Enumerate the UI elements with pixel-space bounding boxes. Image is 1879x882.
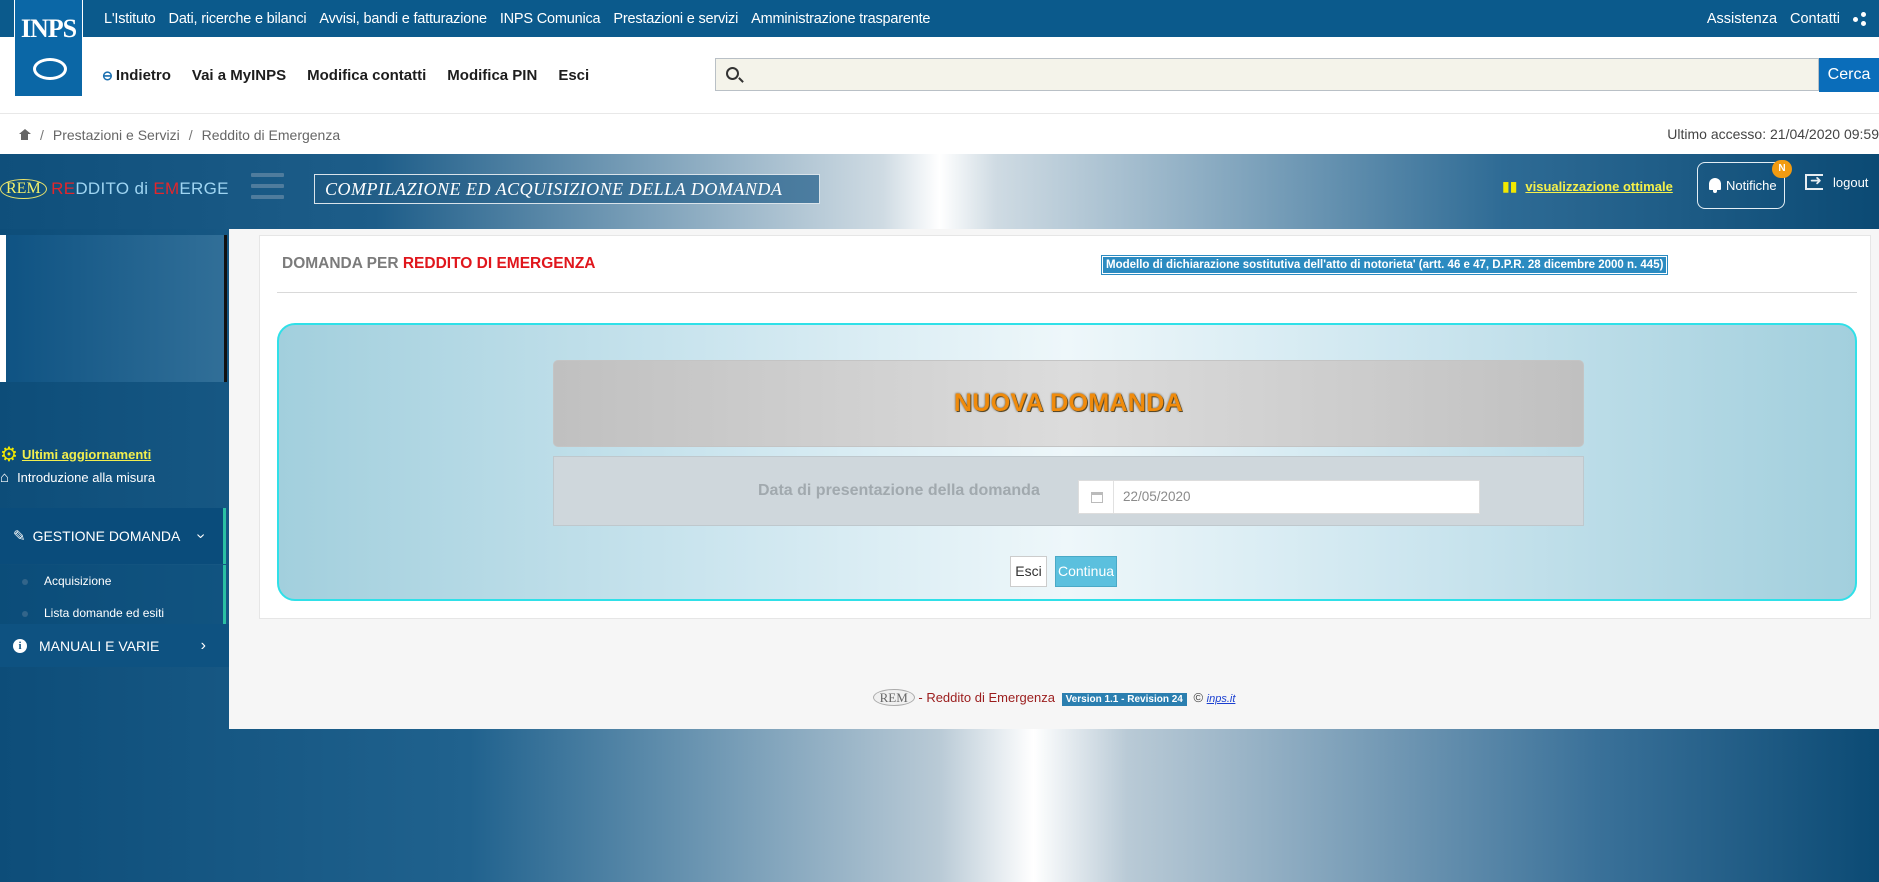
esci-link[interactable]: Esci [558, 67, 589, 84]
optimal-view-link[interactable]: ▮▮ visualizzazione ottimale [1502, 176, 1673, 196]
info-icon: i [13, 638, 27, 653]
search-button[interactable]: Cerca [1819, 58, 1879, 92]
date-value: 22/05/2020 [1123, 489, 1191, 504]
intro-label: Introduzione alla misura [17, 469, 156, 485]
inps-logo[interactable]: INPS [14, 0, 83, 97]
section-title: COMPILAZIONE ED ACQUISIZIONE DELLA DOMAN… [314, 174, 820, 204]
back-arrow-icon: ⊖ [102, 67, 113, 83]
gears-icon: ⚙ [0, 443, 18, 466]
divider [277, 292, 1857, 293]
share-icon[interactable] [1853, 11, 1867, 26]
date-field[interactable]: 22/05/2020 [1078, 480, 1480, 514]
notifications-label: Notifiche [1726, 178, 1777, 193]
search-input[interactable] [715, 58, 1819, 91]
rem-title-ergenza: ERGENZA [179, 179, 230, 198]
breadcrumb-prestazioni[interactable]: Prestazioni e Servizi [53, 127, 180, 143]
top-nav-comunica[interactable]: INPS Comunica [500, 11, 601, 27]
footer-copyright: © [1189, 690, 1207, 705]
date-row: Data di presentazione della domanda 22/0… [553, 456, 1584, 526]
top-nav-avvisi[interactable]: Avvisi, bandi e fatturazione [319, 11, 487, 27]
date-label: Data di presentazione della domanda [758, 482, 1040, 499]
bullet-icon [22, 611, 28, 617]
sidebar-item-intro[interactable]: ⌂ Introduzione alla misura [0, 467, 155, 487]
logout-label: logout [1833, 174, 1869, 190]
chevron-right-icon: › [200, 637, 206, 654]
modifica-pin-link[interactable]: Modifica PIN [447, 67, 537, 84]
esci-button[interactable]: Esci [1010, 556, 1047, 587]
logout-icon [1805, 172, 1823, 190]
search-icon [726, 67, 739, 80]
bell-icon [1707, 177, 1723, 194]
menu-toggle-icon[interactable] [251, 173, 284, 203]
rem-logo[interactable]: REM REDDITO di EMERGENZA [0, 179, 230, 203]
footer: REM - Reddito di Emergenza Version 1.1 -… [229, 689, 1879, 706]
form-panel: NUOVA DOMANDA Data di presentazione dell… [277, 323, 1857, 601]
lista-label: Lista domande ed esiti [44, 606, 165, 620]
rem-title: REDDITO di EMERGENZA [51, 179, 230, 198]
page-title-highlight: REDDITO DI EMERGENZA [402, 255, 596, 272]
home-icon: ⌂ [0, 468, 10, 486]
contatti-link[interactable]: Contatti [1790, 11, 1840, 27]
page-title: DOMANDA PER REDDITO DI EMERGENZA [282, 255, 595, 273]
top-right-links: Assistenza Contatti [1694, 0, 1867, 37]
back-label: Indietro [115, 66, 171, 84]
sidebar: ⚙ Ultimi aggiornamenti ⌂ Introduzione al… [0, 229, 229, 882]
notifications-button[interactable]: Notifiche N [1697, 160, 1792, 209]
sidebar-item-gestione[interactable]: ✎ GESTIONE DOMANDA › [0, 508, 226, 564]
logo-text: INPS [20, 14, 77, 43]
updates-label: Ultimi aggiornamenti [21, 446, 152, 462]
rem-badge: REM [0, 179, 47, 199]
rem-title-re: RE [51, 179, 76, 198]
bullet-icon [22, 579, 28, 585]
modello-badge: Modello di dichiarazione sostitutiva del… [1100, 255, 1669, 275]
chevron-down-icon: › [192, 533, 210, 539]
footer-rem-badge: REM [872, 689, 915, 706]
inps-link[interactable]: inps.it [1207, 693, 1236, 705]
service-bar: ⊖ Indietro Vai a MyINPS Modifica contatti… [0, 37, 1879, 113]
binoculars-icon: ▮▮ [1502, 177, 1518, 194]
breadcrumb-reddito: Reddito di Emergenza [201, 126, 341, 143]
top-nav-trasparente[interactable]: Amministrazione trasparente [751, 11, 930, 27]
last-access: Ultimo accesso: 21/04/2020 09:59 [1667, 126, 1879, 142]
home-icon[interactable] [18, 129, 31, 140]
assistenza-link[interactable]: Assistenza [1707, 11, 1777, 27]
gestione-label: GESTIONE DOMANDA [32, 528, 181, 544]
page-title-prefix: DOMANDA PER [282, 255, 403, 272]
notification-badge: N [1772, 160, 1792, 178]
breadcrumb-separator: / [40, 126, 44, 143]
sidebar-item-acquisizione[interactable]: Acquisizione [0, 565, 226, 597]
modifica-contatti-link[interactable]: Modifica contatti [307, 67, 426, 84]
continua-button[interactable]: Continua [1055, 556, 1117, 587]
version-badge: Version 1.1 - Revision 24 [1061, 693, 1187, 706]
main-content: DOMANDA PER REDDITO DI EMERGENZA Modello… [229, 229, 1879, 729]
footer-text: - Reddito di Emergenza [914, 690, 1059, 705]
back-button[interactable]: ⊖ Indietro [102, 67, 171, 84]
rem-app: REM REDDITO di EMERGENZA COMPILAZIONE ED… [0, 154, 1879, 882]
domanda-card: DOMANDA PER REDDITO DI EMERGENZA Modello… [259, 235, 1871, 619]
rem-title-em: EM [153, 179, 180, 198]
myinps-link[interactable]: Vai a MyINPS [192, 67, 286, 84]
manuali-label: MANUALI E VARIE [39, 637, 160, 654]
updates-link[interactable]: ⚙ Ultimi aggiornamenti [0, 443, 152, 466]
acquisizione-label: Acquisizione [44, 574, 112, 588]
top-nav-dati[interactable]: Dati, ricerche e bilanci [169, 11, 307, 27]
breadcrumb-bar: / Prestazioni e Servizi / Reddito di Eme… [0, 113, 1879, 154]
top-nav-istituto[interactable]: L'Istituto [104, 11, 156, 27]
edit-icon: ✎ [13, 528, 26, 545]
rem-title-ddito: DDITO di [75, 179, 154, 198]
top-navigation-bar: L'Istituto Dati, ricerche e bilanci Avvi… [0, 0, 1879, 37]
breadcrumb-separator: / [188, 126, 193, 143]
breadcrumb: / Prestazioni e Servizi / Reddito di Eme… [18, 114, 340, 155]
nuova-domanda-heading: NUOVA DOMANDA [553, 360, 1584, 447]
top-nav-prestazioni[interactable]: Prestazioni e servizi [613, 11, 738, 27]
sidebar-panel [0, 235, 227, 382]
logout-button[interactable]: logout [1805, 172, 1869, 190]
calendar-icon[interactable] [1079, 481, 1114, 513]
sidebar-item-manuali[interactable]: i MANUALI E VARIE › [0, 624, 229, 667]
logo-swirl-icon [33, 58, 67, 80]
optimal-view-label: visualizzazione ottimale [1525, 178, 1673, 194]
top-nav: L'Istituto Dati, ricerche e bilanci Avvi… [104, 0, 943, 37]
rem-banner: REM REDDITO di EMERGENZA COMPILAZIONE ED… [0, 154, 1879, 229]
service-nav: ⊖ Indietro Vai a MyINPS Modifica contatti… [102, 37, 610, 113]
